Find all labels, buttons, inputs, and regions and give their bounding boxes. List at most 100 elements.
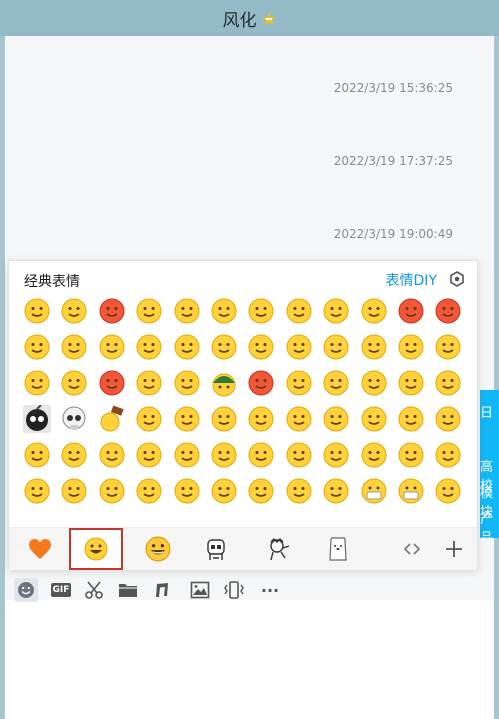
emoji-clap-icon[interactable] xyxy=(23,441,51,469)
sticker-pack-1-icon[interactable] xyxy=(195,528,237,570)
emoji-diy-link[interactable]: 表情DIY xyxy=(386,270,437,290)
emoji-smirk-icon[interactable] xyxy=(360,333,388,361)
message-timestamp: 2022/3/19 17:37:25 xyxy=(333,154,453,168)
sticker-pack-2-icon[interactable] xyxy=(257,528,299,570)
emoji-bandana-icon[interactable] xyxy=(247,369,275,397)
emoji-bye-icon[interactable] xyxy=(135,405,163,433)
emoji-embarrassed-icon[interactable] xyxy=(434,297,462,325)
emoji-peek-icon[interactable] xyxy=(247,477,275,505)
bubble-text: 产品 xyxy=(480,512,494,538)
bear-sticker-icon[interactable] xyxy=(317,528,359,570)
image-icon[interactable] xyxy=(188,578,212,602)
emoji-wink-icon[interactable] xyxy=(23,369,51,397)
emoji-poke-icon[interactable] xyxy=(397,441,425,469)
emoji-skull-icon[interactable] xyxy=(60,405,88,433)
crown-star-icon xyxy=(261,11,277,25)
emoji-stunned-icon[interactable] xyxy=(285,441,313,469)
emoji-eek-icon[interactable] xyxy=(434,405,462,433)
music-icon[interactable] xyxy=(150,578,174,602)
emoji-heart-eyes-icon[interactable] xyxy=(98,297,126,325)
emoji-angry-red-icon[interactable] xyxy=(397,297,425,325)
emoji-cry-loud-icon[interactable] xyxy=(285,333,313,361)
emoji-hmm-icon[interactable] xyxy=(322,333,350,361)
emoji-furious-icon[interactable] xyxy=(247,333,275,361)
emoji-oops-icon[interactable] xyxy=(210,441,238,469)
emoji-salute-icon[interactable] xyxy=(397,405,425,433)
emoji-laugh-icon[interactable] xyxy=(173,369,201,397)
emoji-drool-icon[interactable] xyxy=(173,477,201,505)
emoji-thumbs-icon[interactable] xyxy=(173,405,201,433)
emoji-mask-icon[interactable] xyxy=(397,477,425,505)
message-bubble-partial[interactable]: 日 高校 模块 产品 xyxy=(480,390,499,538)
emoji-flushed-icon[interactable] xyxy=(285,369,313,397)
emoji-pout-icon[interactable] xyxy=(60,297,88,325)
emoji-blush-icon[interactable] xyxy=(98,477,126,505)
emoji-sunglasses-cool-icon[interactable] xyxy=(173,333,201,361)
emoji-facepalm-icon[interactable] xyxy=(210,405,238,433)
folder-icon[interactable] xyxy=(116,578,140,602)
gif-label: GIF xyxy=(50,583,72,597)
emoji-kiss-icon[interactable] xyxy=(23,333,51,361)
emoji-surprised-icon[interactable] xyxy=(397,333,425,361)
favorites-heart-icon[interactable] xyxy=(19,528,61,570)
emoji-think-icon[interactable] xyxy=(247,405,275,433)
more-icon[interactable]: ··· xyxy=(256,578,284,602)
emoji-yawn-icon[interactable] xyxy=(434,369,462,397)
emoji-laugh-tear-icon[interactable] xyxy=(135,477,163,505)
emoji-speechless-icon[interactable] xyxy=(397,369,425,397)
emoji-sigh-icon[interactable] xyxy=(98,441,126,469)
emoji-sneaky-icon[interactable] xyxy=(360,405,388,433)
emoji-angry-mark-icon[interactable] xyxy=(98,369,126,397)
emoji-doubt-icon[interactable] xyxy=(434,333,462,361)
chat-title: 风化 xyxy=(222,10,257,31)
window-frame-right xyxy=(494,0,499,719)
emoji-sad-icon[interactable] xyxy=(135,333,163,361)
scroll-arrows-icon[interactable] xyxy=(397,528,427,570)
emoji-awkward-icon[interactable] xyxy=(247,441,275,469)
emoji-hug-icon[interactable] xyxy=(23,477,51,505)
emoji-scared-icon[interactable] xyxy=(285,297,313,325)
emoji-pray-icon[interactable] xyxy=(60,441,88,469)
gear-icon[interactable] xyxy=(449,271,465,287)
emoji-bomb-icon[interactable] xyxy=(23,405,51,433)
emoji-scold-icon[interactable] xyxy=(135,369,163,397)
emoji-dizzy-eyes-icon[interactable] xyxy=(360,369,388,397)
emoji-grin-teeth-icon[interactable] xyxy=(60,333,88,361)
message-timestamp: 2022/3/19 15:36:25 xyxy=(333,81,453,95)
emoji-shock-icon[interactable] xyxy=(285,405,313,433)
emoji-panel: 经典表情 表情DIY xyxy=(8,260,478,570)
emoji-bashful-icon[interactable] xyxy=(285,477,313,505)
scissors-icon[interactable] xyxy=(82,578,106,602)
emoji-shy-icon[interactable] xyxy=(60,369,88,397)
emoji-doctor-icon[interactable] xyxy=(360,477,388,505)
emoji-smug-icon[interactable] xyxy=(135,441,163,469)
classic-emoji-tab-icon[interactable] xyxy=(69,528,123,570)
emoji-tear-icon[interactable] xyxy=(360,297,388,325)
emoji-weep-icon[interactable] xyxy=(322,405,350,433)
emoji-grievance-icon[interactable] xyxy=(247,297,275,325)
emoji-mock-icon[interactable] xyxy=(98,333,126,361)
emoji-applause-icon[interactable] xyxy=(434,441,462,469)
emoji-pinch-icon[interactable] xyxy=(210,477,238,505)
emoji-cute-icon[interactable] xyxy=(434,477,462,505)
emoji-soldier-icon[interactable] xyxy=(210,369,238,397)
emoji-puzzled-icon[interactable] xyxy=(322,369,350,397)
emoji-sweat-icon[interactable] xyxy=(210,333,238,361)
emoji-icon[interactable] xyxy=(14,578,38,602)
emoji-cry-laugh-icon[interactable] xyxy=(360,441,388,469)
emoji-dizzy-icon[interactable] xyxy=(135,297,163,325)
emoji-hammer-icon[interactable] xyxy=(98,405,126,433)
vibrate-icon[interactable] xyxy=(222,578,246,602)
emoji-tongue-icon[interactable] xyxy=(322,297,350,325)
emoji-cool-icon[interactable] xyxy=(173,297,201,325)
emoji-smile-icon[interactable] xyxy=(23,297,51,325)
emoji-tired-icon[interactable] xyxy=(322,477,350,505)
gif-icon[interactable]: GIF xyxy=(48,578,74,602)
emoji-hmph-icon[interactable] xyxy=(173,441,201,469)
plus-icon[interactable] xyxy=(437,528,471,570)
yellow-face-tab-icon[interactable] xyxy=(137,528,179,570)
emoji-sob-icon[interactable] xyxy=(210,297,238,325)
emoji-cover-mouth-icon[interactable] xyxy=(60,477,88,505)
emoji-grumpy-icon[interactable] xyxy=(322,441,350,469)
message-input-area[interactable] xyxy=(5,600,494,719)
